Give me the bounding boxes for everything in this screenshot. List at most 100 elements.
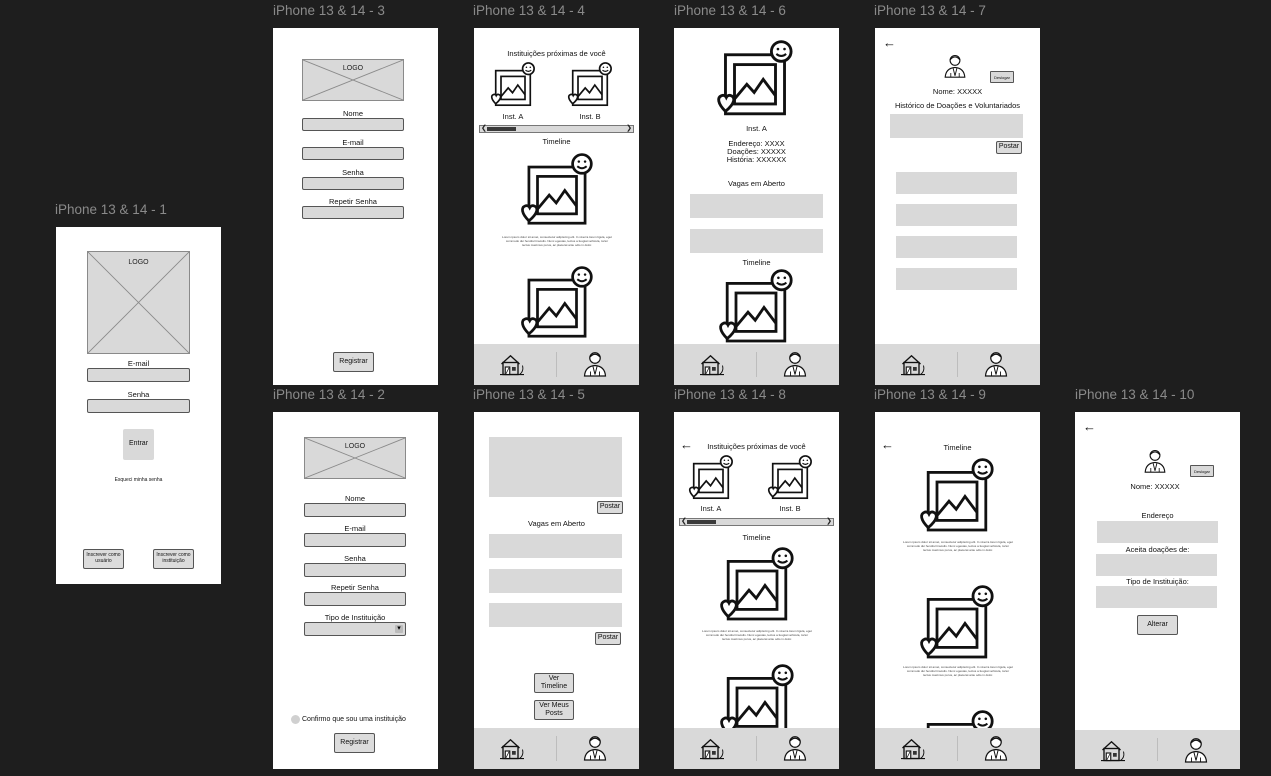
logo-text: LOGO bbox=[344, 443, 366, 450]
home-icon[interactable] bbox=[697, 349, 727, 379]
register-button[interactable]: Registrar bbox=[333, 352, 374, 372]
home-icon[interactable] bbox=[497, 733, 527, 763]
post-text: Lorem ipsum dolor sit amet, consectetur … bbox=[502, 236, 612, 247]
password-field[interactable] bbox=[304, 563, 406, 577]
password-field[interactable] bbox=[87, 399, 190, 413]
post-input-area[interactable] bbox=[489, 437, 622, 497]
view-my-posts-button[interactable]: Ver Meus Posts bbox=[534, 700, 574, 720]
frame-home-feed-back: ← Instituições próximas de você Inst. A … bbox=[674, 412, 839, 769]
frame-register-institution: LOGO Nome E-mail Senha Repetir Senha Tip… bbox=[273, 412, 438, 769]
scrollbar-thumb[interactable] bbox=[487, 127, 516, 131]
institution-a-image-icon[interactable] bbox=[489, 62, 537, 110]
institution-type-label: Tipo de Instituição: bbox=[1126, 577, 1189, 586]
history-item bbox=[896, 204, 1017, 226]
scroll-left-icon[interactable]: ❮ bbox=[681, 517, 687, 525]
confirm-institution-checkbox[interactable] bbox=[291, 715, 300, 724]
view-timeline-button[interactable]: Ver Timeline bbox=[534, 673, 574, 693]
post-button[interactable]: Postar bbox=[597, 501, 623, 514]
name-label: Nome bbox=[344, 494, 365, 503]
bottom-nav bbox=[474, 728, 639, 769]
profile-icon[interactable] bbox=[780, 349, 810, 379]
position-input[interactable] bbox=[489, 534, 622, 558]
institution-b-label: Inst. B bbox=[579, 112, 601, 121]
home-icon[interactable] bbox=[697, 733, 727, 763]
institution-name: Inst. A bbox=[746, 124, 767, 133]
bottom-nav bbox=[1075, 730, 1240, 769]
scroll-left-icon[interactable]: ❮ bbox=[481, 124, 487, 132]
profile-icon[interactable] bbox=[580, 349, 610, 379]
post-positions-button[interactable]: Postar bbox=[595, 632, 621, 645]
frame-label-5: iPhone 13 & 14 - 5 bbox=[473, 387, 585, 402]
bottom-nav bbox=[674, 728, 839, 769]
profile-icon[interactable] bbox=[580, 733, 610, 763]
institution-image-icon bbox=[714, 40, 796, 122]
home-icon[interactable] bbox=[898, 733, 928, 763]
post-image-icon bbox=[717, 547, 797, 627]
email-label: E-mail bbox=[344, 524, 366, 533]
repeat-password-field[interactable] bbox=[304, 592, 406, 606]
institutions-scrollbar[interactable]: ❮ ❯ bbox=[679, 518, 834, 526]
home-icon[interactable] bbox=[497, 349, 527, 379]
post-image-icon bbox=[518, 153, 596, 231]
bottom-nav bbox=[875, 728, 1040, 769]
address-field[interactable] bbox=[1097, 521, 1218, 543]
frame-label-4: iPhone 13 & 14 - 4 bbox=[473, 3, 585, 18]
nearby-institutions-title: Instituições próximas de você bbox=[707, 442, 806, 451]
email-field[interactable] bbox=[87, 368, 190, 382]
scrollbar-thumb[interactable] bbox=[687, 520, 716, 524]
frame-user-profile: ← Deslogar Nome: XXXXX Histórico de Doaç… bbox=[875, 28, 1040, 385]
accepts-donations-field[interactable] bbox=[1096, 554, 1217, 576]
post-button[interactable]: Postar bbox=[996, 141, 1022, 154]
bottom-nav bbox=[875, 344, 1040, 385]
name-field[interactable] bbox=[302, 118, 404, 131]
institution-type-field[interactable] bbox=[1096, 586, 1217, 608]
avatar-icon bbox=[1141, 447, 1169, 475]
nav-divider bbox=[957, 352, 958, 377]
register-button[interactable]: Registrar bbox=[334, 733, 375, 753]
position-input[interactable] bbox=[489, 603, 622, 627]
institution-b-image-icon[interactable] bbox=[566, 62, 614, 110]
post-input-area[interactable] bbox=[890, 114, 1023, 138]
logout-button[interactable]: Deslogar bbox=[1190, 465, 1214, 477]
logo-cross-icon bbox=[88, 252, 189, 353]
post-text: Lorem ipsum dolor sit amet, consectetur … bbox=[702, 630, 812, 641]
profile-icon[interactable] bbox=[780, 733, 810, 763]
institution-b-image-icon[interactable] bbox=[766, 455, 814, 503]
profile-icon[interactable] bbox=[1181, 735, 1211, 765]
nav-divider bbox=[957, 736, 958, 761]
email-label: E-mail bbox=[127, 359, 150, 368]
logout-button[interactable]: Deslogar bbox=[990, 71, 1014, 83]
institution-type-select[interactable]: ▾ bbox=[304, 622, 406, 636]
institutions-scrollbar[interactable]: ❮ ❯ bbox=[479, 125, 634, 133]
name-field[interactable] bbox=[304, 503, 406, 517]
password-field[interactable] bbox=[302, 177, 404, 190]
forgot-password-link[interactable]: Esqueci minha senha bbox=[76, 478, 201, 483]
scroll-right-icon[interactable]: ❯ bbox=[626, 124, 632, 132]
frame-label-8: iPhone 13 & 14 - 8 bbox=[674, 387, 786, 402]
register-user-button[interactable]: Inscrever como usuário bbox=[83, 549, 124, 569]
repeat-password-field[interactable] bbox=[302, 206, 404, 219]
logo-placeholder: LOGO bbox=[302, 59, 404, 101]
email-field[interactable] bbox=[302, 147, 404, 160]
back-arrow-icon[interactable]: ← bbox=[883, 36, 896, 49]
institution-a-image-icon[interactable] bbox=[687, 455, 735, 503]
update-button[interactable]: Alterar bbox=[1137, 615, 1178, 635]
post-text: Lorem ipsum dolor sit amet, consectetur … bbox=[903, 541, 1013, 552]
post-image-icon bbox=[518, 266, 596, 344]
profile-icon[interactable] bbox=[981, 733, 1011, 763]
frame-label-10: iPhone 13 & 14 - 10 bbox=[1075, 387, 1195, 402]
position-input[interactable] bbox=[489, 569, 622, 593]
home-icon[interactable] bbox=[898, 349, 928, 379]
open-position-item[interactable] bbox=[690, 194, 823, 218]
frame-timeline: ← Timeline Lorem ipsum dolor sit amet, c… bbox=[875, 412, 1040, 769]
home-icon[interactable] bbox=[1098, 735, 1128, 765]
back-arrow-icon[interactable]: ← bbox=[1083, 420, 1096, 433]
login-button[interactable]: Entrar bbox=[123, 429, 154, 460]
institution-b-label: Inst. B bbox=[779, 504, 801, 513]
profile-icon[interactable] bbox=[981, 349, 1011, 379]
institution-name: Nome: XXXXX bbox=[1130, 482, 1180, 491]
email-field[interactable] bbox=[304, 533, 406, 547]
scroll-right-icon[interactable]: ❯ bbox=[826, 517, 832, 525]
open-position-item[interactable] bbox=[690, 229, 823, 253]
register-institution-button[interactable]: Inscrever como instituição bbox=[153, 549, 194, 569]
